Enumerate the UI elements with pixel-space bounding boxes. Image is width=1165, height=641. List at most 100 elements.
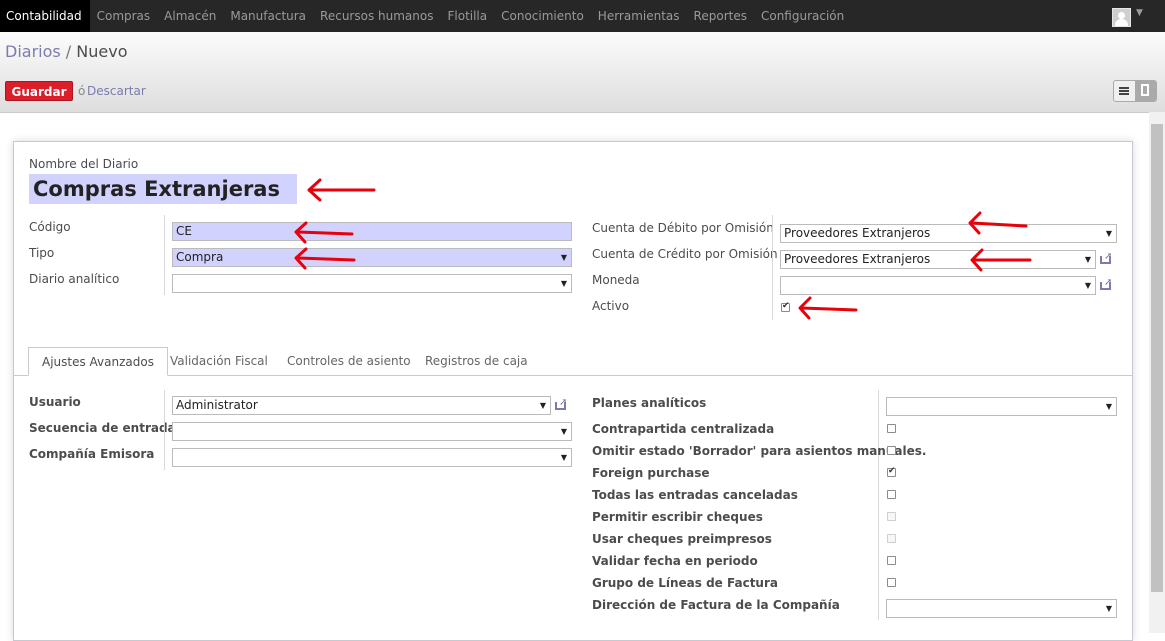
external-link-icon[interactable]: ➚ <box>1100 278 1114 290</box>
user-select[interactable]: Administrator ▼ <box>172 396 551 415</box>
user-label: Usuario <box>29 395 81 409</box>
entry-sequence-select[interactable]: ▼ <box>172 422 572 441</box>
type-select-value: Compra <box>176 250 224 264</box>
check-label: Omitir estado 'Borrador' para asientos m… <box>592 444 927 458</box>
dropdown-arrow-icon: ▼ <box>1084 255 1091 264</box>
external-link-icon[interactable]: ➚ <box>1100 252 1114 264</box>
or-text: ó <box>78 84 86 98</box>
active-checkbox[interactable] <box>781 301 790 312</box>
red-arrow-annotation <box>968 211 1028 235</box>
menu-item-recursos-humanos[interactable]: Recursos humanos <box>313 0 440 32</box>
preprinted-checks-checkbox <box>887 534 896 543</box>
red-arrow-annotation <box>798 296 858 320</box>
breadcrumb-diarios-link[interactable]: Diarios <box>5 42 61 61</box>
tab-controles-asiento[interactable]: Controles de asiento <box>274 347 424 376</box>
dropdown-arrow-icon: ▼ <box>560 427 567 436</box>
check-label: Permitir escribir cheques <box>592 510 763 524</box>
dropdown-arrow-icon: ▼ <box>539 401 546 410</box>
currency-label: Moneda <box>592 273 640 287</box>
cancel-entries-checkbox[interactable] <box>887 490 896 499</box>
issuing-company-select[interactable]: ▼ <box>172 448 572 467</box>
check-label: Todas las entradas canceladas <box>592 488 798 502</box>
menu-item-reportes[interactable]: Reportes <box>687 0 754 32</box>
menu-item-compras[interactable]: Compras <box>90 0 158 32</box>
dropdown-arrow-icon: ▼ <box>1084 281 1091 290</box>
credit-account-value: Proveedores Extranjeros <box>784 252 931 266</box>
check-label: Grupo de Líneas de Factura <box>592 576 778 590</box>
journal-name-label: Nombre del Diario <box>29 157 139 171</box>
scrollbar-thumb[interactable] <box>1151 124 1163 592</box>
debit-account-select[interactable]: Proveedores Extranjeros ▼ <box>780 224 1117 243</box>
tab-validacion-fiscal[interactable]: Validación Fiscal <box>157 347 281 376</box>
control-panel: Diarios / Nuevo Guardar ó Descartar <box>0 32 1165 113</box>
menu-item-herramientas[interactable]: Herramientas <box>591 0 687 32</box>
tabs-divider <box>14 375 1132 376</box>
dropdown-arrow-icon: ▼ <box>1105 402 1112 411</box>
left-group-divider <box>164 215 165 295</box>
analytic-journal-select[interactable]: ▼ <box>172 274 572 293</box>
allow-check-writing-checkbox <box>887 512 896 521</box>
type-label: Tipo <box>29 246 55 260</box>
form-sheet: Nombre del Diario Compras Extranjeras Có… <box>13 141 1133 641</box>
user-menu-caret-icon[interactable]: ▼ <box>1136 8 1143 18</box>
entry-sequence-label: Secuencia de entrada <box>29 421 176 435</box>
group-invoice-lines-checkbox[interactable] <box>887 578 896 587</box>
active-label: Activo <box>592 299 630 313</box>
form-view-icon[interactable] <box>1135 81 1156 101</box>
analytic-plans-label: Planes analíticos <box>592 396 707 410</box>
credit-account-select[interactable]: Proveedores Extranjeros ▼ <box>780 250 1096 269</box>
dropdown-arrow-icon: ▼ <box>560 453 567 462</box>
journal-name-input[interactable]: Compras Extranjeras <box>29 174 297 204</box>
discard-button[interactable]: Descartar <box>87 84 146 98</box>
tab-registros-caja[interactable]: Registros de caja <box>412 347 541 376</box>
menu-item-almacen[interactable]: Almacén <box>157 0 223 32</box>
red-arrow-annotation <box>294 247 356 270</box>
scrollbar[interactable] <box>1149 112 1165 633</box>
credit-account-label: Cuenta de Crédito por Omisión <box>592 247 778 261</box>
advanced-left-divider <box>164 390 165 470</box>
advanced-right-divider <box>878 390 879 620</box>
save-button[interactable]: Guardar <box>5 81 73 101</box>
analytic-journal-label: Diario analítico <box>29 272 120 286</box>
menu-item-contabilidad[interactable]: Contabilidad <box>0 0 90 32</box>
menu-item-manufactura[interactable]: Manufactura <box>223 0 313 32</box>
menu-item-flotilla[interactable]: Flotilla <box>440 0 494 32</box>
currency-select[interactable]: ▼ <box>780 276 1096 295</box>
foreign-purchase-checkbox[interactable] <box>887 466 896 477</box>
check-label: Validar fecha en periodo <box>592 554 758 568</box>
dropdown-arrow-icon: ▼ <box>1105 229 1112 238</box>
invoice-address-select[interactable]: ▼ <box>886 599 1117 618</box>
red-arrow-annotation <box>307 178 376 202</box>
dropdown-arrow-icon: ▼ <box>560 253 567 262</box>
right-group-divider <box>772 215 773 320</box>
breadcrumb-current: Nuevo <box>76 42 128 61</box>
breadcrumb: Diarios / Nuevo <box>5 42 128 61</box>
dropdown-arrow-icon: ▼ <box>560 279 567 288</box>
view-switcher <box>1113 80 1157 102</box>
skip-draft-checkbox[interactable] <box>887 446 896 455</box>
user-avatar-icon[interactable] <box>1112 8 1131 27</box>
user-value: Administrator <box>176 398 258 412</box>
check-label: Foreign purchase <box>592 466 710 480</box>
code-input[interactable]: CE <box>172 222 572 241</box>
external-link-icon[interactable]: ➚ <box>555 398 569 410</box>
tab-ajustes-avanzados[interactable]: Ajustes Avanzados <box>28 347 168 376</box>
breadcrumb-separator: / <box>60 42 77 61</box>
list-view-icon[interactable] <box>1114 81 1135 101</box>
debit-account-value: Proveedores Extranjeros <box>784 226 931 240</box>
debit-account-label: Cuenta de Débito por Omisión <box>592 221 774 235</box>
centralized-counterpart-checkbox[interactable] <box>887 424 896 433</box>
red-arrow-annotation <box>970 248 1032 272</box>
issuing-company-label: Compañía Emisora <box>29 447 155 461</box>
analytic-plans-select[interactable]: ▼ <box>886 397 1117 416</box>
validate-period-date-checkbox[interactable] <box>887 556 896 565</box>
dropdown-arrow-icon: ▼ <box>1105 604 1112 613</box>
type-select[interactable]: Compra ▼ <box>172 248 572 267</box>
code-label: Código <box>29 220 71 234</box>
menu-item-configuracion[interactable]: Configuración <box>754 0 851 32</box>
check-label: Usar cheques preimpresos <box>592 532 772 546</box>
main-menu: Contabilidad Compras Almacén Manufactura… <box>0 0 851 32</box>
red-arrow-annotation <box>294 221 354 244</box>
menu-item-conocimiento[interactable]: Conocimiento <box>494 0 591 32</box>
top-navbar: Contabilidad Compras Almacén Manufactura… <box>0 0 1165 32</box>
